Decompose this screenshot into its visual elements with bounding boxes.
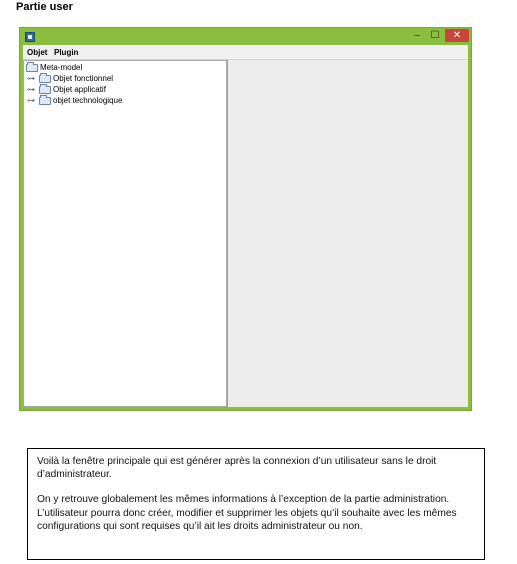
description-paragraph: On y retrouve globalement les mêmes info…: [37, 494, 450, 506]
app-window: – ☐ ✕ Objet Plugin Meta-model ⊶ Objet fo…: [19, 27, 472, 411]
tree-node-label: objet technologique: [53, 96, 123, 105]
close-button[interactable]: ✕: [445, 29, 469, 42]
page-heading: Partie user: [16, 1, 73, 13]
menu-bar: Objet Plugin: [23, 45, 468, 60]
maximize-button[interactable]: ☐: [427, 29, 443, 42]
window-titlebar[interactable]: – ☐ ✕: [20, 28, 471, 45]
java-app-icon: [25, 32, 35, 42]
expand-arrow-icon[interactable]: ⊶: [27, 74, 36, 84]
folder-icon: [26, 62, 38, 72]
menu-plugin[interactable]: Plugin: [54, 48, 78, 57]
menu-objet[interactable]: Objet: [27, 48, 47, 57]
content-panel: [228, 60, 468, 407]
tree-node-label: Objet applicatif: [53, 85, 106, 94]
folder-icon: [39, 73, 51, 83]
tree-panel[interactable]: Meta-model ⊶ Objet fonctionnel ⊶ Objet a…: [23, 60, 227, 407]
description-paragraph: L’utilisateur pourra donc créer, modifie…: [37, 507, 457, 532]
minimize-button[interactable]: –: [409, 29, 425, 42]
tree-node-label: Meta-model: [40, 63, 83, 72]
folder-icon: [39, 84, 51, 94]
description-paragraph: Voilà la fenêtre principale qui est géné…: [37, 456, 437, 481]
description-box: Voilà la fenêtre principale qui est géné…: [27, 448, 485, 560]
tree-node-label: Objet fonctionnel: [53, 74, 114, 83]
folder-icon: [39, 95, 51, 105]
expand-arrow-icon[interactable]: ⊶: [27, 85, 36, 95]
expand-arrow-icon[interactable]: ⊶: [27, 96, 36, 106]
